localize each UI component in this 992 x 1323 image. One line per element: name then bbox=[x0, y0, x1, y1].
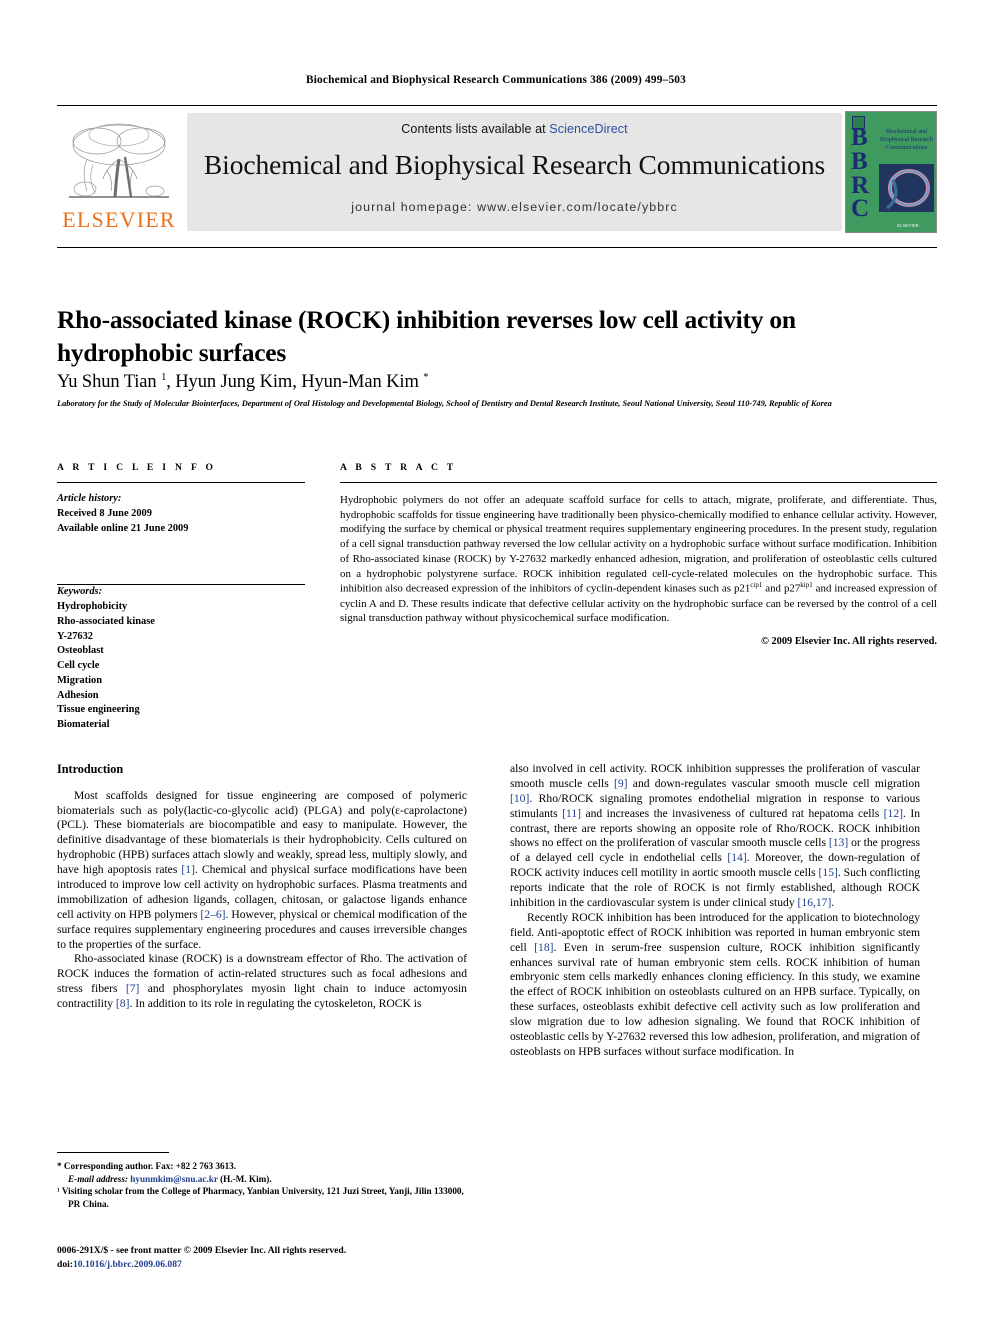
keyword-item: Tissue engineering bbox=[57, 704, 140, 716]
footnote-rule bbox=[57, 1152, 169, 1153]
abstract-part-1: Hydrophobic polymers do not offer an ade… bbox=[340, 494, 937, 595]
affiliation: Laboratory for the Study of Molecular Bi… bbox=[57, 399, 832, 408]
article-info-rule bbox=[57, 482, 305, 483]
journal-homepage-line[interactable]: journal homepage: www.elsevier.com/locat… bbox=[351, 200, 678, 214]
cover-bbrc-letters: BBRC bbox=[851, 124, 870, 223]
issn-line: 0006-291X/$ - see front matter © 2009 El… bbox=[57, 1245, 347, 1256]
keyword-item: Osteoblast bbox=[57, 645, 104, 657]
elsevier-tree-icon bbox=[63, 119, 175, 207]
intro-left-p2: Rho-associated kinase (ROCK) is a downst… bbox=[57, 952, 467, 1011]
footnote-visiting-scholar: ¹ Visiting scholar from the College of P… bbox=[57, 1186, 464, 1210]
section-heading-introduction: Introduction bbox=[57, 762, 124, 776]
article-history-block: Article history: Received 8 June 2009 Av… bbox=[57, 492, 305, 536]
intro-left-p1: Most scaffolds designed for tissue engin… bbox=[57, 788, 468, 951]
article-info-column: A R T I C L E I N F O Article history: R… bbox=[57, 462, 305, 733]
abstract-heading: A B S T R A C T bbox=[340, 462, 457, 473]
contents-available-line: Contents lists available at ScienceDirec… bbox=[401, 122, 627, 136]
masthead-center-band: Contents lists available at ScienceDirec… bbox=[187, 113, 842, 231]
keywords-label: Keywords: bbox=[57, 586, 103, 598]
doi-label: doi: bbox=[57, 1258, 73, 1270]
authors-text: Yu Shun Tian 1, Hyun Jung Kim, Hyun-Man … bbox=[57, 372, 429, 393]
email-link[interactable]: hyunmkim@snu.ac.kr bbox=[130, 1174, 218, 1184]
article-history-online: Available online 21 June 2009 bbox=[57, 522, 189, 534]
introduction-right-column: also involved in cell activity. ROCK inh… bbox=[510, 762, 920, 1060]
journal-title: Biochemical and Biophysical Research Com… bbox=[203, 149, 826, 180]
paragraph: Recently ROCK inhibition has been introd… bbox=[510, 911, 920, 1060]
keyword-item: Adhesion bbox=[57, 689, 99, 701]
abstract-copyright: © 2009 Elsevier Inc. All rights reserved… bbox=[761, 636, 937, 648]
footnotes-block: * Corresponding author. Fax: +82 2 763 3… bbox=[57, 1152, 467, 1211]
keyword-item: Biomaterial bbox=[57, 719, 110, 731]
doi-link[interactable]: 10.1016/j.bbrc.2009.06.087 bbox=[73, 1259, 182, 1270]
paragraph: Rho-associated kinase (ROCK) is a downst… bbox=[57, 952, 467, 1012]
intro-right-p2: Recently ROCK inhibition has been introd… bbox=[510, 910, 920, 1058]
cover-publisher-mark: ELSEVIER bbox=[897, 222, 919, 228]
paragraph: Most scaffolds designed for tissue engin… bbox=[57, 789, 467, 953]
footer-issn-doi: 0006-291X/$ - see front matter © 2009 El… bbox=[57, 1244, 557, 1272]
page-title: Rho-associated kinase (ROCK) inhibition … bbox=[57, 305, 796, 367]
keyword-item: Y-27632 bbox=[57, 630, 93, 642]
keywords-block: Keywords: Hydrophobicity Rho-associated … bbox=[57, 585, 305, 733]
elsevier-wordmark: ELSEVIER bbox=[62, 207, 176, 232]
contents-prefix: Contents lists available at bbox=[401, 122, 550, 136]
sciencedirect-link[interactable]: ScienceDirect bbox=[549, 122, 627, 136]
abstract-part-2: and p27 bbox=[762, 582, 801, 595]
keyword-item: Migration bbox=[57, 674, 103, 686]
article-info-heading: A R T I C L E I N F O bbox=[57, 462, 217, 473]
masthead-top-rule bbox=[57, 105, 937, 106]
abstract-sup-cip1: cip1 bbox=[750, 581, 763, 590]
abstract-column: A B S T R A C T Hydrophobic polymers do … bbox=[340, 462, 937, 647]
article-history-received: Received 8 June 2009 bbox=[57, 507, 152, 519]
footnote-corresponding-author: * Corresponding author. Fax: +82 2 763 3… bbox=[57, 1161, 237, 1171]
cover-journal-title: Biochemical and Biophysical Research Com… bbox=[880, 129, 933, 152]
abstract-text: Hydrophobic polymers do not offer an ade… bbox=[340, 493, 937, 626]
journal-masthead: ELSEVIER Contents lists available at Sci… bbox=[57, 105, 937, 234]
running-head: Biochemical and Biophysical Research Com… bbox=[305, 74, 686, 86]
introduction-left-column: Introduction Most scaffolds designed for… bbox=[57, 762, 467, 1012]
abstract-rule bbox=[340, 482, 937, 483]
masthead-bottom-rule bbox=[57, 247, 937, 248]
abstract-sup-kip1: kip1 bbox=[800, 581, 813, 590]
journal-article-page: Biochemical and Biophysical Research Com… bbox=[0, 0, 992, 1323]
doi-line: doi:10.1016/j.bbrc.2009.06.087 bbox=[57, 1258, 557, 1272]
paragraph: also involved in cell activity. ROCK inh… bbox=[510, 762, 920, 911]
cover-artwork-icon bbox=[879, 164, 934, 212]
keyword-item: Rho-associated kinase bbox=[57, 615, 155, 627]
article-history-label: Article history: bbox=[57, 493, 122, 504]
email-label: E-mail address: bbox=[68, 1173, 128, 1184]
keyword-item: Cell cycle bbox=[57, 660, 100, 672]
email-suffix: (H.-M. Kim). bbox=[217, 1173, 272, 1184]
journal-cover-thumbnail: BBRC Biochemical and Biophysical Researc… bbox=[845, 111, 937, 233]
author-list: Yu Shun Tian 1, Hyun Jung Kim, Hyun-Man … bbox=[57, 372, 887, 393]
keyword-item: Hydrophobicity bbox=[57, 601, 128, 613]
intro-right-p1: also involved in cell activity. ROCK inh… bbox=[510, 762, 920, 910]
footnote-email-line: E-mail address: hyunmkim@snu.ac.kr (H.-M… bbox=[57, 1173, 467, 1186]
elsevier-logo: ELSEVIER bbox=[57, 113, 181, 231]
